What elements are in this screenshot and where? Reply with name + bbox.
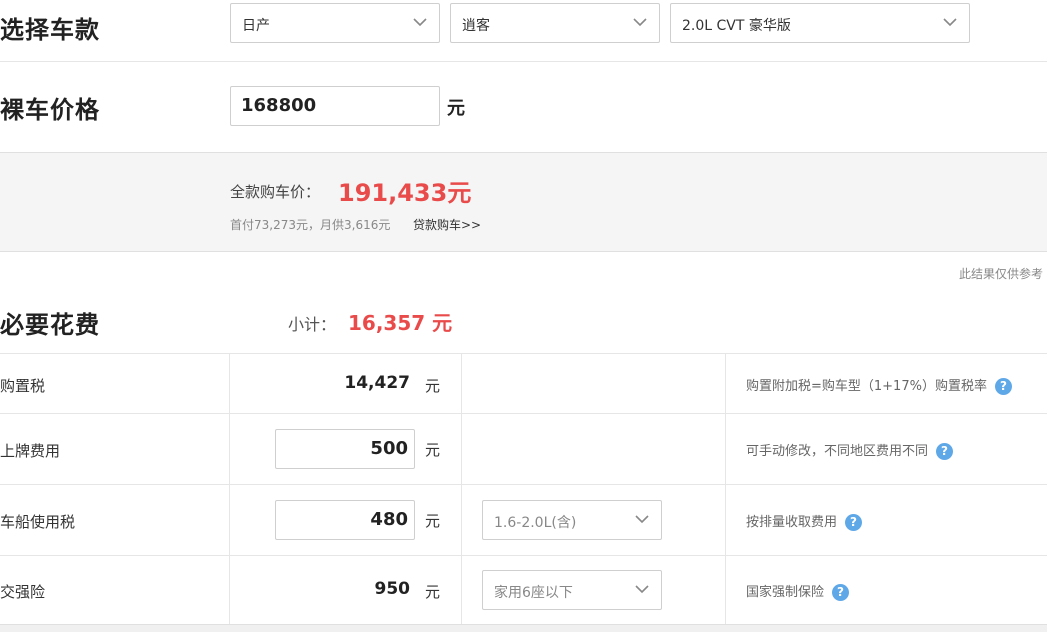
purchase-tax-desc: 购置附加税=购车型（1+17%）购置税率? (746, 375, 1012, 395)
compulsory-insurance-label: 交强险 (0, 583, 46, 601)
brand-select-value: 日产 (242, 18, 270, 34)
chevron-down-icon (413, 18, 427, 27)
full-price-summary: 全款购车价： 191,433元 首付73,273元，月供3,616元 贷款购车>… (0, 152, 1047, 252)
full-price-label: 全款购车价： (230, 183, 321, 201)
help-icon[interactable]: ? (845, 514, 863, 531)
table-divider (725, 353, 726, 625)
full-price-value: 191,433元 (338, 179, 472, 207)
help-icon[interactable]: ? (994, 378, 1012, 395)
series-select[interactable]: 逍客 (450, 3, 660, 43)
bare-price-unit: 元 (447, 98, 465, 119)
select-car-row: 选择车款 日产 逍客 2.0L CVT 豪华版 (0, 0, 1047, 62)
seat-type-select[interactable]: 家用6座以下 (482, 570, 662, 610)
brand-select[interactable]: 日产 (230, 3, 440, 43)
displacement-select[interactable]: 1.6-2.0L(含) (482, 500, 662, 540)
displacement-select-value: 1.6-2.0L(含) (494, 515, 577, 531)
chevron-down-icon (635, 585, 649, 594)
purchase-tax-value: 14,427 (344, 373, 410, 393)
plate-fee-input[interactable]: 500 (275, 429, 415, 469)
loan-purchase-link[interactable]: 贷款购车>> (413, 216, 481, 233)
chevron-down-icon (633, 18, 647, 27)
required-costs-title: 必要花费 (0, 311, 100, 339)
table-divider (229, 353, 230, 625)
table-divider (461, 353, 462, 625)
plate-fee-label: 上牌费用 (0, 442, 61, 460)
vehicle-tax-label: 车船使用税 (0, 513, 76, 531)
seat-type-select-value: 家用6座以下 (494, 585, 573, 601)
subtotal-label: 小计： (288, 315, 337, 334)
vehicle-tax-desc: 按排量收取费用? (746, 511, 863, 531)
help-icon[interactable]: ? (832, 584, 850, 601)
chevron-down-icon (635, 515, 649, 524)
payment-info: 首付73,273元，月供3,616元 (230, 218, 391, 232)
reference-note: 此结果仅供参考 (958, 267, 1043, 281)
compulsory-insurance-value: 950 (374, 579, 411, 599)
bare-price-title: 裸车价格 (0, 96, 100, 124)
purchase-tax-label: 购置税 (0, 377, 46, 395)
vehicle-tax-unit: 元 (425, 512, 441, 530)
purchase-tax-unit: 元 (425, 377, 441, 395)
select-car-title: 选择车款 (0, 16, 100, 44)
compulsory-insurance-desc: 国家强制保险? (746, 581, 850, 601)
vehicle-tax-input[interactable]: 480 (275, 500, 415, 540)
plate-fee-desc: 可手动修改，不同地区费用不同? (746, 440, 954, 460)
bottom-divider (0, 624, 1047, 632)
plate-fee-unit: 元 (425, 441, 441, 459)
model-select-value: 2.0L CVT 豪华版 (682, 18, 791, 34)
model-select[interactable]: 2.0L CVT 豪华版 (670, 3, 970, 43)
chevron-down-icon (943, 18, 957, 27)
compulsory-insurance-unit: 元 (425, 583, 441, 601)
series-select-value: 逍客 (462, 18, 490, 34)
help-icon[interactable]: ? (936, 443, 954, 460)
subtotal-value: 16,357 元 (348, 311, 453, 335)
bare-price-input[interactable]: 168800 (230, 86, 440, 126)
